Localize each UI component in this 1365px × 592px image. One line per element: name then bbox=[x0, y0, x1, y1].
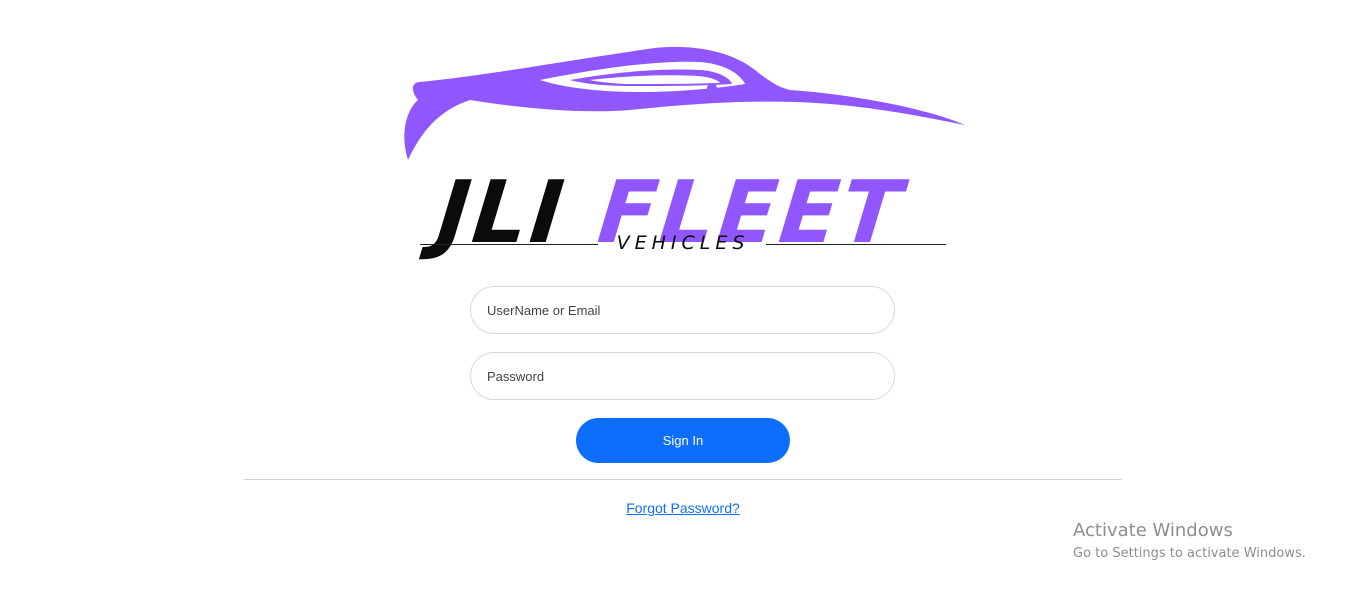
forgot-password-link[interactable]: Forgot Password? bbox=[583, 500, 783, 516]
subtitle-divider-left bbox=[420, 244, 598, 245]
sign-in-button[interactable]: Sign In bbox=[576, 418, 790, 463]
password-input[interactable] bbox=[471, 353, 894, 399]
form-divider bbox=[244, 479, 1122, 480]
brand-logo: JLI FLEET VEHICLES bbox=[400, 40, 970, 265]
car-silhouette-icon bbox=[404, 46, 965, 161]
login-page: JLI FLEET VEHICLES Sign In Forgot Passwo… bbox=[0, 0, 1365, 592]
username-input[interactable] bbox=[471, 287, 894, 333]
watermark-title: Activate Windows bbox=[1073, 520, 1233, 541]
username-field[interactable] bbox=[470, 286, 895, 334]
subtitle-divider-right bbox=[766, 244, 946, 245]
brand-subtitle-row: VEHICLES bbox=[400, 232, 970, 256]
watermark-subtitle: Go to Settings to activate Windows. bbox=[1073, 546, 1306, 561]
brand-subtitle: VEHICLES bbox=[616, 232, 750, 254]
password-field[interactable] bbox=[470, 352, 895, 400]
windows-activation-watermark: Activate Windows Go to Settings to activ… bbox=[1073, 520, 1306, 564]
